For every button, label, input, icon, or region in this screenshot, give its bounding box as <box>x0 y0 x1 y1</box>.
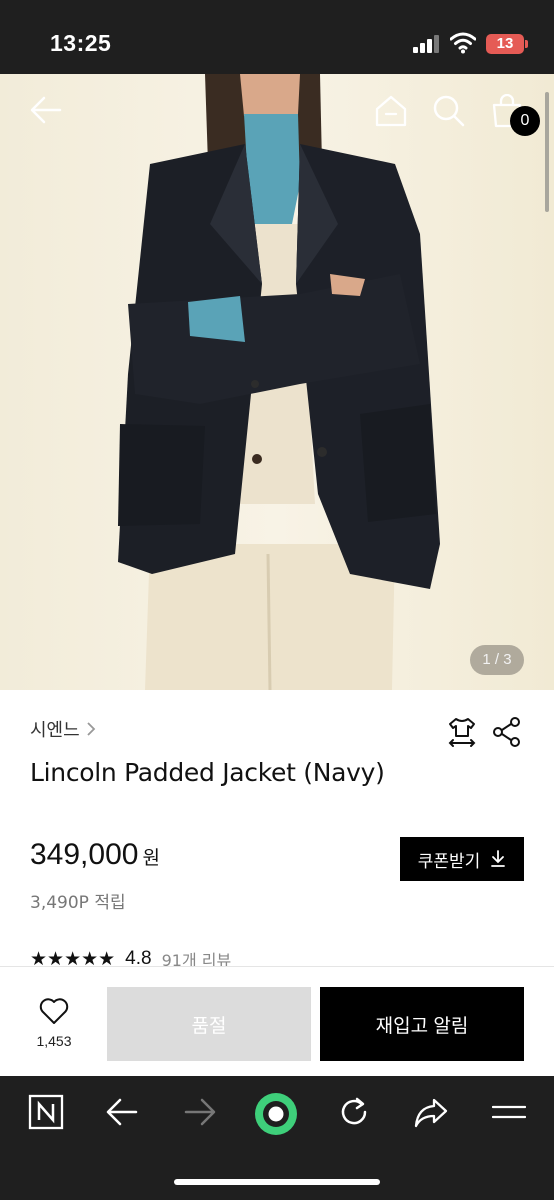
product-image[interactable] <box>0 74 554 690</box>
points-earned: 3,490P 적립 <box>30 893 126 913</box>
nav-back-icon[interactable] <box>106 1098 138 1126</box>
price: 349,000 <box>30 838 139 871</box>
scroll-indicator <box>545 92 549 212</box>
product-name: Lincoln Padded Jacket (Navy) <box>30 758 385 787</box>
wishlist-button[interactable]: 1,453 <box>20 997 88 1049</box>
brand-link[interactable]: 시엔느 <box>30 716 96 742</box>
brand-name: 시엔느 <box>30 720 80 741</box>
price-row: 349,000 원 <box>30 838 160 872</box>
share-icon[interactable] <box>492 716 522 748</box>
purchase-bar: 1,453 품절 재입고 알림 <box>0 966 554 1076</box>
cart-count-badge: 0 <box>510 106 540 136</box>
wish-count: 1,453 <box>36 1033 72 1049</box>
heart-icon <box>39 998 69 1024</box>
currency: 원 <box>142 847 160 869</box>
coupon-button[interactable]: 쿠폰받기 <box>400 837 524 881</box>
record-icon[interactable] <box>254 1092 298 1136</box>
naver-icon[interactable] <box>28 1094 64 1130</box>
home-icon[interactable] <box>374 94 408 128</box>
back-arrow-icon[interactable] <box>30 96 62 124</box>
status-bar: 13:25 13 <box>0 0 554 74</box>
menu-icon[interactable] <box>492 1104 526 1120</box>
battery-icon: 13 <box>486 34 524 54</box>
search-icon[interactable] <box>432 94 466 128</box>
share-forward-icon[interactable] <box>414 1096 448 1128</box>
restock-alert-button[interactable]: 재입고 알림 <box>320 987 524 1061</box>
product-photo <box>0 74 554 690</box>
battery-tip <box>525 40 528 48</box>
nav-forward-icon[interactable] <box>184 1098 216 1126</box>
home-indicator[interactable] <box>174 1179 380 1185</box>
signal-icon <box>413 35 441 53</box>
soldout-button[interactable]: 품절 <box>107 987 311 1061</box>
wifi-icon <box>450 32 476 54</box>
image-counter: 1 / 3 <box>470 645 524 675</box>
chevron-right-icon <box>87 722 95 736</box>
size-guide-icon[interactable] <box>446 716 478 748</box>
reload-icon[interactable] <box>338 1096 370 1128</box>
download-icon <box>491 850 506 867</box>
status-time: 13:25 <box>50 30 112 56</box>
coupon-label: 쿠폰받기 <box>417 851 481 871</box>
